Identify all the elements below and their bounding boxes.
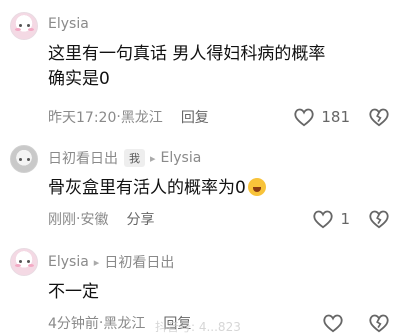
dislike-button[interactable]: [368, 313, 390, 333]
avatar-elysia[interactable]: [10, 12, 38, 40]
laughing-crying-emoji-icon: [247, 178, 266, 196]
avatar-richukanrichu[interactable]: [10, 145, 38, 173]
reply-arrow-icon: ▸: [150, 151, 156, 165]
heart-outline-icon: [294, 108, 314, 127]
broken-heart-icon: [369, 210, 389, 229]
heart-outline-icon: [323, 314, 343, 333]
reply-to-username[interactable]: Elysia: [161, 150, 202, 166]
comment-username[interactable]: Elysia: [48, 16, 89, 32]
comment-location: 黑龙江: [103, 316, 146, 332]
reply-arrow-icon: ▸: [93, 255, 100, 269]
like-button[interactable]: 181: [293, 107, 350, 127]
author-tag: 我: [124, 149, 145, 167]
broken-heart-icon: [369, 108, 389, 127]
like-button[interactable]: [322, 313, 350, 333]
reply-to-username[interactable]: 日初看日出: [104, 252, 174, 272]
watermark: 抖音号: 4...823: [155, 320, 241, 334]
comment-time: 4分钟前: [48, 316, 99, 332]
comment-text: 不一定: [48, 282, 99, 302]
comment-username[interactable]: 日初看日出: [48, 148, 118, 168]
like-button[interactable]: 1: [312, 209, 350, 229]
comment-footer: 刚刚 · 安徽 分享 1: [48, 208, 390, 230]
comment-time: 昨天17:20: [48, 110, 117, 126]
dislike-button[interactable]: [368, 107, 390, 127]
comment-location: 安徽: [80, 212, 109, 228]
broken-heart-icon: [369, 314, 389, 333]
comment-username[interactable]: Elysia: [48, 254, 89, 270]
reply-button[interactable]: 回复: [181, 107, 209, 127]
comment-footer: 昨天17:20 · 黑龙江 回复 181: [48, 106, 390, 128]
heart-outline-icon: [313, 210, 334, 229]
comment-text: 这里有一句真话 男人得妇科病的概率 确实是0: [48, 44, 326, 89]
comment-time: 刚刚: [48, 212, 76, 228]
comment-text: 骨灰盒里有活人的概率为0: [48, 176, 348, 201]
share-button[interactable]: 分享: [126, 209, 154, 229]
like-count: 1: [340, 210, 350, 228]
comment-location: 黑龙江: [120, 110, 163, 126]
dislike-button[interactable]: [368, 209, 390, 229]
like-count: 181: [321, 108, 350, 126]
avatar-elysia[interactable]: [10, 248, 38, 276]
